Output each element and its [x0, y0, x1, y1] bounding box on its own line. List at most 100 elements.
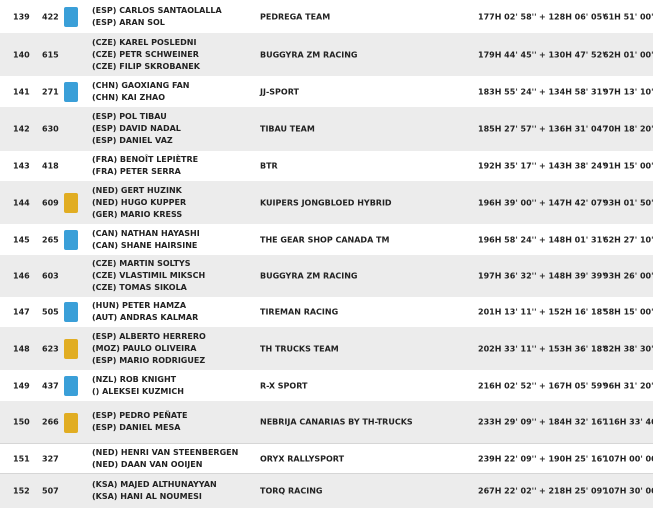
gap-cell: + 148H 39' 39'': [539, 271, 608, 281]
position-cell: 152: [13, 486, 30, 496]
crew-member: (MOZ) PAULO OLIVEIRA: [92, 343, 197, 353]
crew-cell: (NED) HENRI VAN STEENBERGEN (NED) DAAN VA…: [92, 447, 238, 471]
category-badge-icon: [64, 81, 78, 102]
penalty-cell: 96H 31' 20'': [603, 381, 653, 390]
category-badge-icon: [64, 412, 78, 433]
vehicle-number-cell: 609: [42, 198, 59, 207]
table-row[interactable]: 145 265 (CAN) NATHAN HAYASHI (CAN) SHANE HA…: [0, 224, 653, 255]
penalty-cell: 93H 26' 00'': [603, 271, 653, 281]
crew-member: (ESP) POL TIBAU: [92, 112, 167, 121]
crew-member: (NED) DAAN VAN OOIJEN: [92, 459, 203, 469]
gap-cell: + 190H 25' 16'': [539, 454, 608, 463]
crew-member: (NED) HENRI VAN STEENBERGEN: [92, 447, 239, 457]
position-cell: 143: [13, 161, 30, 171]
team-cell: TH TRUCKS TEAM: [260, 344, 339, 353]
total-time-cell: 192H 35' 17'': [478, 161, 537, 171]
penalty-cell: 116H 33' 40'': [603, 417, 653, 427]
crew-cell: (NED) GERT HUZINK (NED) HUGO KUPPER (GER) …: [92, 185, 186, 221]
crew-cell: (NZL) ROB KNIGHT () ALEKSEI KUZMICH: [92, 374, 184, 398]
crew-member: (ESP) DANIEL VAZ: [92, 136, 173, 145]
table-row[interactable]: 146 603 (CZE) MARTIN SOLTYS (CZE) VLASTIMIL…: [0, 255, 653, 297]
team-cell: TIREMAN RACING: [260, 307, 339, 317]
table-row[interactable]: 142 630 (ESP) POL TIBAU (ESP) DAVID NADAL (E…: [0, 107, 653, 151]
category-badge-icon: [64, 192, 78, 213]
vehicle-number-cell: 265: [42, 235, 59, 244]
team-cell: PEDREGA TEAM: [260, 12, 331, 21]
team-cell: TORQ RACING: [260, 486, 323, 496]
vehicle-number-cell: 327: [42, 454, 59, 463]
table-row[interactable]: 148 623 (ESP) ALBERTO HERRERO (MOZ) PAULO O…: [0, 327, 653, 370]
crew-member: (ESP) DAVID NADAL: [92, 124, 181, 133]
penalty-cell: 62H 01' 00'': [603, 50, 653, 59]
crew-cell: (HUN) PETER HAMZA (AUT) ANDRAS KALMAR: [92, 300, 198, 324]
crew-cell: (CAN) NATHAN HAYASHI (CAN) SHANE HAIRSINE: [92, 228, 200, 252]
vehicle-number-cell: 437: [42, 381, 59, 390]
team-cell: BTR: [260, 161, 278, 171]
gap-cell: + 167H 05' 59'': [539, 381, 608, 390]
results-table: 139 422 (ESP) CARLOS SANTAOLALLA (ESP) ARAN…: [0, 0, 653, 511]
penalty-cell: 97H 13' 10'': [603, 87, 653, 96]
crew-member: (ESP) ALBERTO HERRERO: [92, 331, 206, 341]
crew-member: (KSA) MAJED ALTHUNAYYAN: [92, 480, 217, 489]
position-cell: 146: [13, 271, 30, 281]
vehicle-number-cell: 603: [42, 271, 59, 281]
gap-cell: + 148H 01' 31'': [539, 235, 608, 244]
vehicle-number-cell: 505: [42, 307, 59, 317]
total-time-cell: 197H 36' 32'': [478, 271, 537, 281]
gap-cell: + 134H 58' 31'': [539, 87, 608, 96]
crew-member: (FRA) BENOÎT LEPIÈTRE: [92, 155, 199, 164]
penalty-cell: 61H 51' 00'': [603, 12, 653, 21]
total-time-cell: 216H 02' 52'': [478, 381, 537, 390]
table-row[interactable]: 144 609 (NED) GERT HUZINK (NED) HUGO KUPPER…: [0, 181, 653, 224]
crew-member: (CZE) FILIP SKROBANEK: [92, 61, 200, 71]
total-time-cell: 201H 13' 11'': [478, 307, 537, 317]
total-time-cell: 196H 39' 00'': [478, 198, 537, 207]
vehicle-number-cell: 422: [42, 12, 59, 21]
crew-member: (ESP) DANIEL MESA: [92, 423, 181, 432]
total-time-cell: 177H 02' 58'': [478, 12, 537, 21]
vehicle-number-cell: 271: [42, 87, 59, 96]
category-badge-icon: [64, 338, 78, 359]
penalty-cell: 70H 18' 20'': [603, 124, 653, 134]
vehicle-number-cell: 266: [42, 417, 59, 427]
team-cell: KUIPERS JONGBLOED HYBRID: [260, 198, 392, 207]
crew-member: (ESP) PEDRO PEÑATE: [92, 411, 188, 420]
crew-member: (CZE) MARTIN SOLTYS: [92, 259, 191, 268]
penalty-cell: 62H 27' 10'': [603, 235, 653, 244]
table-row[interactable]: 147 505 (HUN) PETER HAMZA (AUT) ANDRAS KALM…: [0, 297, 653, 327]
table-row[interactable]: 141 271 (CHN) GAOXIANG FAN (CHN) KAI ZHAO JJ…: [0, 76, 653, 107]
table-row[interactable]: 151 327 (NED) HENRI VAN STEENBERGEN (NED) D…: [0, 444, 653, 474]
crew-member: (CHN) KAI ZHAO: [92, 92, 165, 102]
penalty-cell: 58H 15' 00'': [603, 307, 653, 317]
total-time-cell: 196H 58' 24'': [478, 235, 537, 244]
table-row[interactable]: 139 422 (ESP) CARLOS SANTAOLALLA (ESP) ARAN…: [0, 0, 653, 33]
position-cell: 139: [13, 12, 30, 21]
crew-cell: (FRA) BENOÎT LEPIÈTRE (FRA) PETER SERRA: [92, 154, 198, 178]
table-row[interactable]: 149 437 (NZL) ROB KNIGHT () ALEKSEI KUZMICH…: [0, 370, 653, 401]
crew-member: (CZE) PETR SCHWEINER: [92, 49, 199, 59]
crew-member: (CZE) KAREL POSLEDNI: [92, 37, 197, 47]
team-cell: R-X SPORT: [260, 381, 308, 390]
position-cell: 145: [13, 235, 30, 244]
crew-member: (HUN) PETER HAMZA: [92, 301, 187, 310]
crew-cell: (ESP) ALBERTO HERRERO (MOZ) PAULO OLIVEIR…: [92, 331, 206, 367]
crew-member: (CHN) GAOXIANG FAN: [92, 80, 190, 90]
crew-member: (NZL) ROB KNIGHT: [92, 374, 177, 384]
crew-member: (GER) MARIO KRESS: [92, 209, 183, 219]
crew-member: (FRA) PETER SERRA: [92, 167, 181, 176]
gap-cell: + 130H 47' 52'': [539, 50, 608, 59]
gap-cell: + 184H 32' 16'': [539, 417, 608, 427]
table-row[interactable]: 143 418 (FRA) BENOÎT LEPIÈTRE (FRA) PETER S…: [0, 151, 653, 181]
category-badge-icon: [64, 229, 78, 250]
position-cell: 148: [13, 344, 30, 353]
category-badge-icon: [64, 375, 78, 396]
vehicle-number-cell: 615: [42, 50, 59, 59]
table-row[interactable]: 152 507 (KSA) MAJED ALTHUNAYYAN (KSA) HANI …: [0, 474, 653, 508]
table-row[interactable]: 140 615 (CZE) KAREL POSLEDNI (CZE) PETR SCH…: [0, 33, 653, 76]
crew-member: (ESP) CARLOS SANTAOLALLA: [92, 5, 222, 15]
crew-cell: (ESP) POL TIBAU (ESP) DAVID NADAL (ESP) DA…: [92, 111, 181, 147]
vehicle-number-cell: 623: [42, 344, 59, 353]
category-badge-icon: [64, 6, 78, 27]
penalty-cell: 82H 38' 30'': [603, 344, 653, 353]
table-row[interactable]: 150 266 (ESP) PEDRO PEÑATE (ESP) DANIEL MES…: [0, 401, 653, 444]
